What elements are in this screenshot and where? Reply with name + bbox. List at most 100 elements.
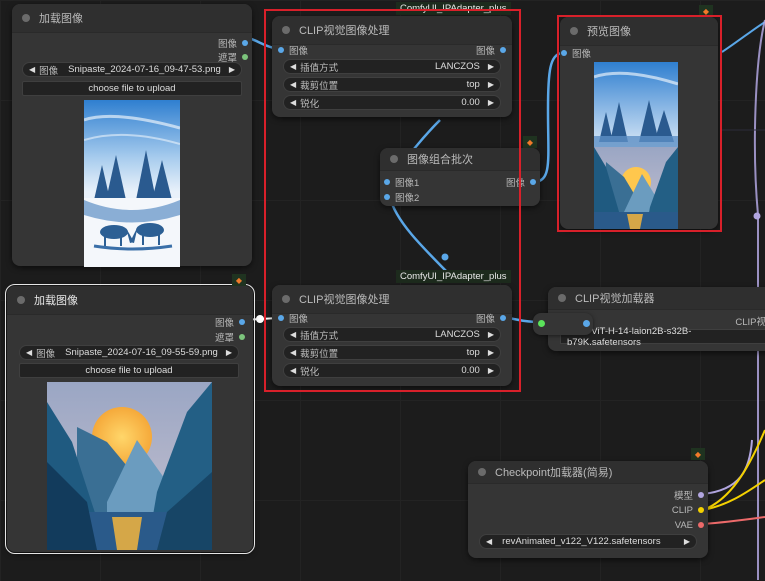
- node-header[interactable]: 加载图像: [7, 286, 253, 315]
- crop-position-combo[interactable]: ◀ 裁剪位置 top ▶: [283, 345, 501, 360]
- node-header[interactable]: 图像组合批次: [380, 148, 540, 171]
- image-file-combo[interactable]: ◀ 图像 Snipaste_2024-07-16_09-47-53.png ▶: [22, 62, 242, 77]
- widget-value: LANCZOS: [434, 329, 480, 340]
- choose-file-button[interactable]: choose file to upload: [22, 81, 242, 96]
- output-model[interactable]: 模型: [674, 488, 704, 502]
- input-image1[interactable]: 图像1: [384, 175, 419, 189]
- widget-value: Snipaste_2024-07-16_09-55-59.png: [65, 347, 218, 358]
- decrement-arrow-icon[interactable]: ◀: [486, 537, 492, 546]
- node-title: 加载图像: [34, 295, 78, 307]
- fox-badge-icon: ◆: [699, 5, 713, 17]
- widget-label: 裁剪位置: [300, 80, 339, 92]
- node-clip-vision-prep-2[interactable]: CLIP视觉图像处理 图像 图像 ◀ 插值方式 LANCZOS ▶ ◀ 裁剪位置 top ▶…: [272, 285, 512, 386]
- input-image[interactable]: 图像: [278, 43, 308, 57]
- output-pin[interactable]: [242, 54, 248, 60]
- collapse-dot[interactable]: [282, 26, 290, 34]
- slot-label: 图像2: [395, 193, 420, 204]
- increment-arrow-icon[interactable]: ▶: [684, 537, 690, 546]
- output-pin[interactable]: [698, 492, 704, 498]
- node-load-image-1[interactable]: 加载图像 图像 遮罩 ◀ 图像 Snipaste_2024-07-16_09-4…: [12, 4, 252, 267]
- output-vae[interactable]: VAE: [675, 518, 704, 532]
- output-image[interactable]: 图像: [218, 36, 248, 50]
- collapse-dot[interactable]: [17, 296, 25, 304]
- decrement-arrow-icon[interactable]: ◀: [290, 348, 296, 357]
- input-image[interactable]: 图像: [278, 311, 308, 325]
- image-file-combo[interactable]: ◀ 图像 Snipaste_2024-07-16_09-55-59.png ▶: [19, 345, 239, 360]
- decrement-arrow-icon[interactable]: ◀: [29, 65, 35, 74]
- decrement-arrow-icon[interactable]: ◀: [290, 366, 296, 375]
- reroute-input-pin[interactable]: [538, 320, 545, 327]
- increment-arrow-icon[interactable]: ▶: [229, 65, 235, 74]
- checkpoint-name-combo[interactable]: ◀ revAnimated_v122_V122.safetensors ▶: [479, 534, 697, 549]
- collapse-dot[interactable]: [282, 295, 290, 303]
- input-pin[interactable]: [278, 47, 284, 53]
- collapse-dot[interactable]: [390, 155, 398, 163]
- crop-position-combo[interactable]: ◀ 裁剪位置 top ▶: [283, 77, 501, 92]
- widget-label: 图像: [36, 348, 56, 360]
- input-image[interactable]: 图像: [561, 46, 591, 60]
- node-clip-vision-prep-1[interactable]: CLIP视觉图像处理 图像 图像 ◀ 插值方式 LANCZOS ▶ ◀ 裁剪位置 top ▶…: [272, 16, 512, 117]
- output-pin[interactable]: [500, 47, 506, 53]
- decrement-arrow-icon[interactable]: ◀: [290, 330, 296, 339]
- interpolation-combo[interactable]: ◀ 插值方式 LANCZOS ▶: [283, 59, 501, 74]
- output-pin[interactable]: [239, 334, 245, 340]
- node-checkpoint-loader[interactable]: Checkpoint加载器(简易) 模型 CLIP VAE ◀ revAnimat…: [468, 461, 708, 558]
- output-image[interactable]: 图像: [215, 315, 245, 329]
- output-image[interactable]: 图像: [476, 311, 506, 325]
- node-header[interactable]: 加载图像: [12, 4, 252, 33]
- sharpening-number[interactable]: ◀ 锐化 0.00 ▶: [283, 95, 501, 110]
- decrement-arrow-icon[interactable]: ◀: [290, 98, 296, 107]
- input-image2[interactable]: 图像2: [384, 190, 419, 204]
- collapse-dot[interactable]: [22, 14, 30, 22]
- output-pin[interactable]: [698, 522, 704, 528]
- node-header[interactable]: Checkpoint加载器(简易): [468, 461, 708, 484]
- slot-label: VAE: [674, 519, 693, 531]
- output-pin[interactable]: [698, 507, 704, 513]
- node-image-batch[interactable]: 图像组合批次 图像1 图像2 图像: [380, 148, 540, 206]
- output-mask[interactable]: 遮罩: [215, 330, 245, 344]
- input-pin[interactable]: [561, 50, 567, 56]
- slot-label: 图像: [475, 46, 495, 57]
- output-image[interactable]: 图像: [506, 175, 536, 189]
- collapse-dot[interactable]: [478, 468, 486, 476]
- pack-label: ComfyUI_IPAdapter_plus: [396, 270, 511, 283]
- output-pin[interactable]: [500, 315, 506, 321]
- output-image[interactable]: 图像: [476, 43, 506, 57]
- output-clip[interactable]: CLIP: [672, 503, 704, 517]
- input-pin[interactable]: [384, 194, 390, 200]
- reroute-output-pin[interactable]: [583, 320, 590, 327]
- node-header[interactable]: 预览图像: [560, 17, 718, 46]
- widget-value: top: [466, 79, 480, 90]
- output-pin[interactable]: [530, 179, 536, 185]
- node-load-image-2[interactable]: 加载图像 图像 遮罩 ◀ 图像 Snipaste_2024-07-16_09-5…: [5, 284, 255, 554]
- collapse-dot[interactable]: [570, 27, 578, 35]
- output-pin[interactable]: [239, 319, 245, 325]
- input-pin[interactable]: [278, 315, 284, 321]
- choose-file-button[interactable]: choose file to upload: [19, 363, 239, 378]
- node-header[interactable]: CLIP视觉图像处理: [272, 285, 512, 314]
- decrement-arrow-icon[interactable]: ◀: [290, 80, 296, 89]
- image-preview-sunset: [47, 382, 212, 550]
- increment-arrow-icon[interactable]: ▶: [488, 80, 494, 89]
- input-pin[interactable]: [384, 179, 390, 185]
- increment-arrow-icon[interactable]: ▶: [488, 348, 494, 357]
- sharpening-number[interactable]: ◀ 锐化 0.00 ▶: [283, 363, 501, 378]
- slot-label: 图像1: [395, 178, 420, 189]
- increment-arrow-icon[interactable]: ▶: [488, 366, 494, 375]
- node-preview-image[interactable]: 预览图像 图像: [560, 17, 718, 229]
- increment-arrow-icon[interactable]: ▶: [488, 98, 494, 107]
- reroute-node[interactable]: [533, 313, 593, 335]
- increment-arrow-icon[interactable]: ▶: [226, 348, 232, 357]
- interpolation-combo[interactable]: ◀ 插值方式 LANCZOS ▶: [283, 327, 501, 342]
- increment-arrow-icon[interactable]: ▶: [488, 330, 494, 339]
- output-pin[interactable]: [242, 40, 248, 46]
- decrement-arrow-icon[interactable]: ◀: [26, 348, 32, 357]
- decrement-arrow-icon[interactable]: ◀: [290, 62, 296, 71]
- node-header[interactable]: CLIP视觉加载器: [548, 287, 765, 310]
- node-header[interactable]: CLIP视觉图像处理: [272, 16, 512, 45]
- widget-value: 0.00: [461, 97, 480, 108]
- node-title: CLIP视觉图像处理: [299, 25, 390, 37]
- collapse-dot[interactable]: [558, 294, 566, 302]
- increment-arrow-icon[interactable]: ▶: [488, 62, 494, 71]
- widget-label: 裁剪位置: [300, 348, 339, 360]
